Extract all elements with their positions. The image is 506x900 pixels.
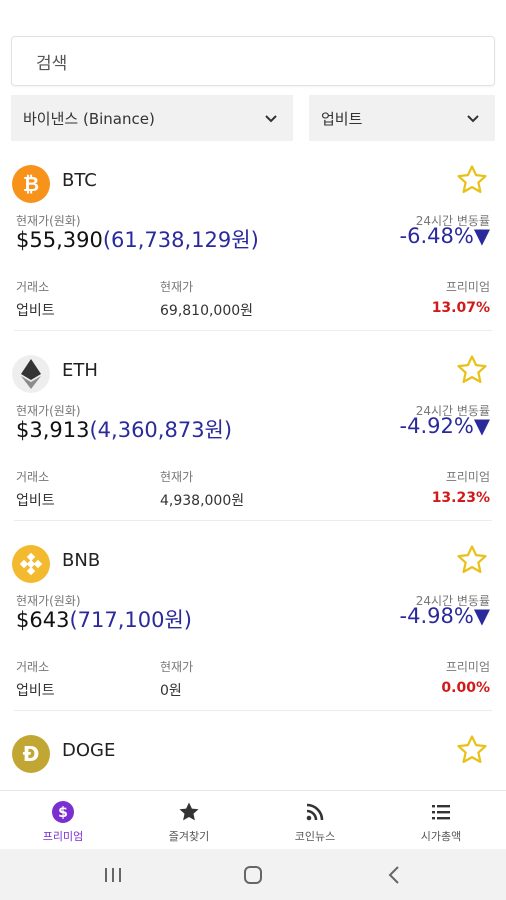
star-icon[interactable]	[455, 163, 489, 197]
coin-symbol: BNB	[62, 550, 101, 571]
tab-premium[interactable]: $ 프리미엄	[0, 791, 126, 850]
premium-label: 프리미엄	[445, 470, 490, 484]
tab-coin-news[interactable]: 코인뉴스	[252, 791, 378, 850]
premium-value: 13.07%	[431, 300, 490, 316]
change-24h: -6.48%▼	[399, 224, 490, 248]
divider	[14, 520, 492, 521]
star-icon[interactable]	[455, 733, 489, 767]
price-usd: $55,390	[16, 228, 103, 252]
search-input[interactable]: 검색	[11, 36, 495, 86]
premium-label: 프리미엄	[445, 280, 490, 294]
premium-value: 13.23%	[431, 490, 490, 506]
ethereum-icon	[12, 355, 50, 393]
tab-market-cap[interactable]: 시가총액	[378, 791, 504, 850]
local-price: 69,810,000원	[160, 303, 254, 319]
bitcoin-icon: ₿	[12, 165, 50, 203]
exchange-name: 업비트	[16, 683, 55, 699]
current-price-label: 현재가	[160, 660, 194, 674]
coin-symbol: DOGE	[62, 740, 116, 761]
price-krw: (61,738,129원)	[102, 228, 259, 252]
rss-icon	[306, 803, 324, 821]
coin-symbol: ETH	[62, 360, 98, 381]
coin-card-eth[interactable]: ETH 현재가(원화) 24시간 변동률 $3,913(4,360,873원) …	[0, 345, 506, 535]
chevron-down-icon	[265, 115, 277, 123]
coin-symbol: BTC	[62, 170, 97, 191]
dogecoin-icon: Ð	[12, 735, 50, 773]
star-icon[interactable]	[455, 543, 489, 577]
star-filled-icon	[179, 802, 199, 821]
exchange-select-left-value: 바이낸스 (Binance)	[23, 109, 155, 128]
exchange-label: 거래소	[16, 470, 50, 484]
change-24h: -4.92%▼	[399, 414, 490, 438]
exchange-label: 거래소	[16, 660, 50, 674]
binance-coin-icon	[12, 545, 50, 583]
exchange-select-right-value: 업비트	[321, 109, 363, 128]
price: $3,913(4,360,873원)	[16, 414, 232, 444]
tab-coin-news-label: 코인뉴스	[294, 830, 336, 843]
current-price-label: 현재가	[160, 470, 194, 484]
coin-card-bnb[interactable]: BNB 현재가(원화) 24시간 변동률 $643(717,100원) -4.9…	[0, 535, 506, 725]
dollar-icon: $	[52, 801, 74, 823]
price: $55,390(61,738,129원)	[16, 224, 259, 254]
coin-card-doge[interactable]: Ð DOGE	[0, 725, 506, 790]
premium-label: 프리미엄	[445, 660, 490, 674]
local-price: 4,938,000원	[160, 493, 245, 509]
change-24h: -4.98%▼	[399, 604, 490, 628]
current-price-label: 현재가	[160, 280, 194, 294]
bottom-nav: $ 프리미엄 즐겨찾기 코인뉴스 시가총액	[0, 790, 506, 850]
price: $643(717,100원)	[16, 604, 192, 634]
exchange-select-right[interactable]: 업비트	[309, 95, 495, 141]
home-icon[interactable]	[241, 863, 265, 887]
exchange-label: 거래소	[16, 280, 50, 294]
star-icon[interactable]	[455, 353, 489, 387]
tab-favorites-label: 즐겨찾기	[168, 830, 210, 843]
exchange-name: 업비트	[16, 493, 55, 509]
svg-text:$: $	[58, 805, 68, 821]
divider	[14, 330, 492, 331]
price-usd: $3,913	[16, 418, 90, 442]
premium-value: 0.00%	[441, 680, 490, 696]
tab-premium-label: 프리미엄	[42, 830, 84, 843]
recent-apps-icon[interactable]	[101, 863, 125, 887]
system-nav-bar	[0, 849, 506, 900]
coin-card-btc[interactable]: ₿ BTC 현재가(원화) 24시간 변동률 $55,390(61,738,12…	[0, 155, 506, 345]
tab-market-cap-label: 시가총액	[420, 830, 462, 843]
exchange-select-left[interactable]: 바이낸스 (Binance)	[11, 95, 293, 141]
price-usd: $643	[16, 608, 70, 632]
tab-favorites[interactable]: 즐겨찾기	[126, 791, 252, 850]
list-icon	[432, 805, 450, 820]
search-placeholder: 검색	[36, 53, 68, 74]
price-krw: (717,100원)	[69, 608, 192, 632]
chevron-down-icon	[467, 115, 479, 123]
price-krw: (4,360,873원)	[89, 418, 233, 442]
back-icon[interactable]	[383, 863, 407, 887]
local-price: 0원	[160, 683, 182, 699]
exchange-name: 업비트	[16, 303, 55, 319]
divider	[14, 710, 492, 711]
